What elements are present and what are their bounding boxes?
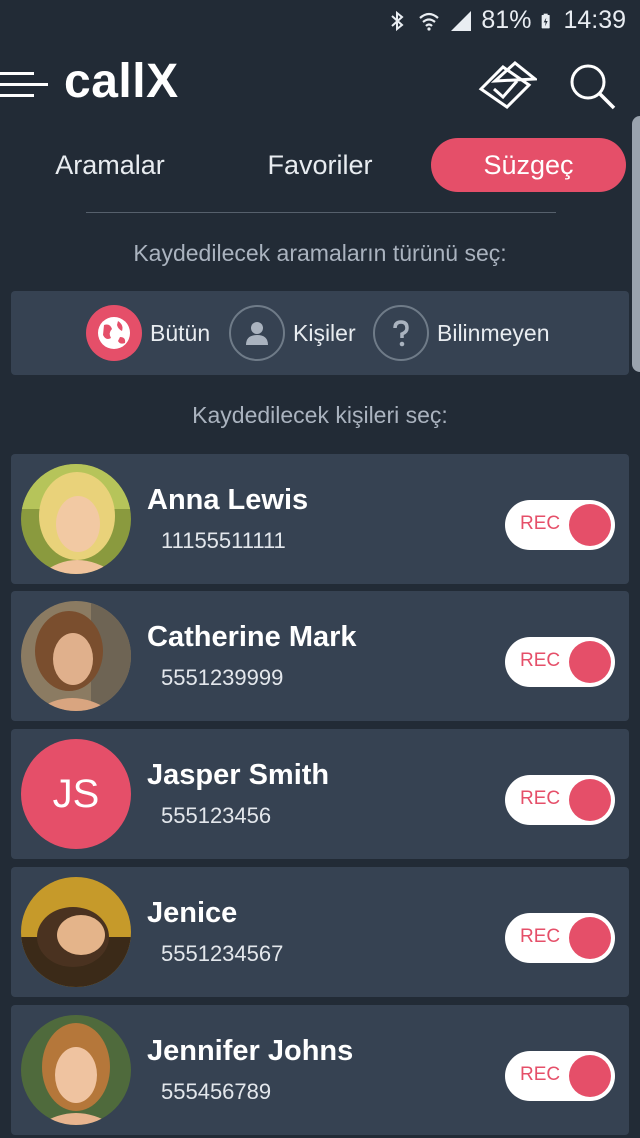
rec-toggle-knob	[569, 641, 611, 683]
contact-phone: 5551239999	[161, 665, 284, 690]
tab-suzgec[interactable]: Süzgeç	[431, 138, 626, 192]
menu-icon[interactable]	[0, 66, 50, 106]
filter-option-unknown[interactable]: Bilinmeyen	[373, 304, 550, 362]
signal-icon	[451, 10, 472, 31]
contact-name: Jenice	[147, 897, 238, 929]
wifi-icon	[419, 12, 440, 31]
contact-name: Anna Lewis	[147, 484, 309, 516]
rec-label: REC	[520, 513, 561, 534]
person-icon	[246, 322, 268, 345]
battery-icon	[542, 13, 551, 28]
contact-name: Jasper Smith	[147, 759, 330, 791]
globe-icon	[98, 317, 130, 349]
contact-phone: 555456789	[161, 1079, 272, 1104]
rec-toggle[interactable]: REC	[505, 775, 615, 825]
rec-toggle[interactable]: REC	[505, 637, 615, 687]
battery-percent: 81%	[481, 6, 532, 34]
contact-row-anna-lewis[interactable]: Anna Lewis 11155511111 REC	[11, 454, 629, 584]
contact-avatar	[21, 601, 131, 711]
tab-bar: Aramalar Favoriler Süzgeç	[0, 138, 640, 194]
filter-label-unknown: Bilinmeyen	[437, 319, 550, 346]
filter-label-all: Bütün	[150, 319, 211, 346]
rec-toggle[interactable]: REC	[505, 500, 615, 550]
status-bar: 81% 14:39	[0, 0, 640, 44]
rec-label: REC	[520, 1064, 561, 1085]
rec-toggle[interactable]: REC	[505, 913, 615, 963]
contact-phone: 11155511111	[161, 528, 286, 553]
contact-avatar-initials: JS	[21, 739, 131, 849]
contact-phone: 555123456	[161, 803, 272, 828]
search-icon[interactable]	[568, 62, 616, 110]
rec-label: REC	[520, 650, 561, 671]
contact-row-jenice[interactable]: Jenice 5551234567 REC	[11, 867, 629, 997]
filter-label-contacts: Kişiler	[293, 319, 356, 346]
rec-toggle-knob	[569, 779, 611, 821]
contact-avatar	[21, 464, 131, 574]
rec-toggle-knob	[569, 1055, 611, 1097]
bluetooth-icon	[391, 10, 404, 31]
contact-name: Catherine Mark	[147, 621, 357, 653]
tab-divider	[86, 212, 556, 213]
rec-toggle-knob	[569, 917, 611, 959]
contact-name: Jennifer Johns	[147, 1035, 354, 1067]
tab-aramalar[interactable]: Aramalar	[20, 138, 200, 192]
app-title: callX	[64, 55, 179, 108]
clock: 14:39	[563, 6, 626, 34]
app-bar: callX	[0, 44, 640, 130]
filter-option-all[interactable]: Bütün	[86, 304, 210, 362]
rec-label: REC	[520, 926, 561, 947]
rec-label: REC	[520, 788, 561, 809]
call-type-heading: Kaydedilecek aramaların türünü seç:	[133, 240, 507, 266]
filter-option-contacts[interactable]: Kişiler	[229, 304, 356, 362]
select-all-check-icon[interactable]	[473, 59, 537, 113]
contact-row-catherine-mark[interactable]: Catherine Mark 5551239999 REC	[11, 591, 629, 721]
question-icon	[393, 320, 409, 347]
rec-toggle[interactable]: REC	[505, 1051, 615, 1101]
contact-avatar	[21, 1015, 131, 1125]
call-type-filter: Bütün Kişiler Bilinmeyen	[11, 291, 629, 375]
contacts-heading: Kaydedilecek kişileri seç:	[192, 402, 448, 428]
contact-row-jennifer-johns[interactable]: Jennifer Johns 555456789 REC	[11, 1005, 629, 1135]
contact-row-jasper-smith[interactable]: JS Jasper Smith 555123456 REC	[11, 729, 629, 859]
contact-avatar	[21, 877, 131, 987]
tab-favoriler[interactable]: Favoriler	[228, 138, 412, 192]
rec-toggle-knob	[569, 504, 611, 546]
contact-phone: 5551234567	[161, 941, 284, 966]
